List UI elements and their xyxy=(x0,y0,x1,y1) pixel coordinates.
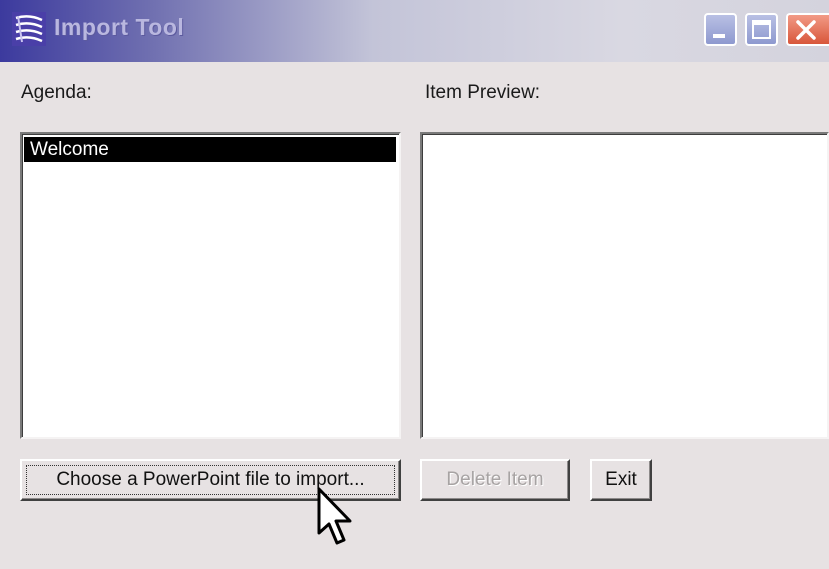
minimize-icon xyxy=(713,34,725,38)
import-tool-app-icon xyxy=(12,12,46,46)
close-button[interactable] xyxy=(786,13,829,46)
mouse-pointer-icon xyxy=(317,487,352,545)
item-preview-pane xyxy=(420,132,829,439)
maximize-icon xyxy=(752,20,771,39)
import-tool-window: Import Tool Agenda: Item Preview: Welcom… xyxy=(0,0,829,569)
title-bar[interactable]: Import Tool xyxy=(0,0,829,62)
close-icon xyxy=(796,20,816,40)
agenda-label: Agenda: xyxy=(21,82,92,103)
delete-item-button[interactable]: Delete Item xyxy=(420,459,570,501)
item-preview-label: Item Preview: xyxy=(425,82,541,103)
minimize-button[interactable] xyxy=(704,13,737,46)
maximize-button[interactable] xyxy=(745,13,778,46)
window-title: Import Tool xyxy=(54,14,185,40)
agenda-listbox[interactable]: Welcome xyxy=(20,132,401,439)
exit-button[interactable]: Exit xyxy=(590,459,652,501)
agenda-list-item[interactable]: Welcome xyxy=(24,137,396,162)
